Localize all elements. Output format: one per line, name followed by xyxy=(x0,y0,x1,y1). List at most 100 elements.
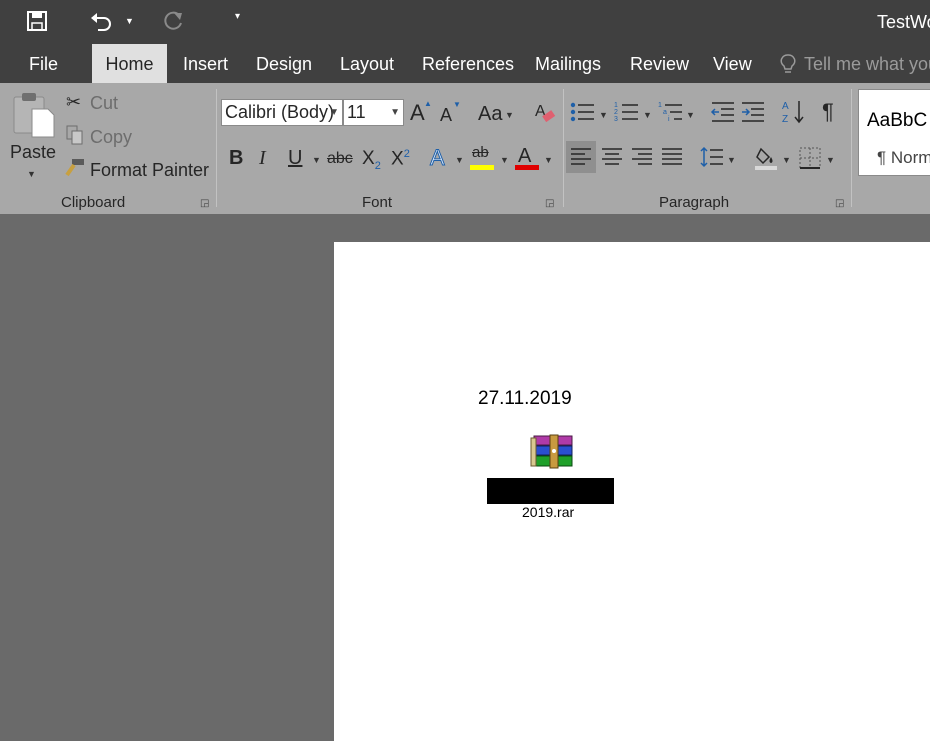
decrease-indent-icon[interactable] xyxy=(710,101,736,123)
align-center-icon[interactable] xyxy=(601,147,623,167)
increase-indent-icon[interactable] xyxy=(740,101,766,123)
sort-icon[interactable]: AZ xyxy=(782,99,806,125)
highlight-color-bar xyxy=(470,165,494,170)
shading-dropdown-icon[interactable]: ▼ xyxy=(782,155,791,165)
superscript-button[interactable]: X2 xyxy=(391,148,410,170)
clipboard-launcher-icon[interactable]: ◲ xyxy=(200,198,209,209)
bold-button[interactable]: B xyxy=(229,148,243,168)
svg-text:a: a xyxy=(663,109,667,116)
lightbulb-icon[interactable] xyxy=(780,54,796,76)
copy-icon xyxy=(65,125,85,145)
shrink-font-icon[interactable]: A xyxy=(440,106,452,124)
undo-dropdown-icon[interactable]: ▼ xyxy=(125,16,134,26)
numbering-icon[interactable]: 123 xyxy=(614,101,640,123)
tab-home[interactable]: Home xyxy=(92,44,167,83)
chevron-down-icon[interactable]: ▼ xyxy=(390,100,400,125)
cut-button[interactable]: Cut xyxy=(90,93,118,114)
attachment-filename[interactable]: 2019.rar xyxy=(522,504,574,520)
font-color-dropdown-icon[interactable]: ▼ xyxy=(544,155,553,165)
line-spacing-dropdown-icon[interactable]: ▼ xyxy=(727,155,736,165)
font-group-label: Font xyxy=(362,194,393,211)
shrink-font-arrow-icon: ▼ xyxy=(453,100,461,109)
highlight-dropdown-icon[interactable]: ▼ xyxy=(500,155,509,165)
format-painter-button[interactable]: Format Painter xyxy=(90,160,209,181)
strikethrough-button[interactable]: abc xyxy=(327,151,353,167)
numbering-dropdown-icon[interactable]: ▼ xyxy=(643,110,652,120)
clipboard-group-label: Clipboard xyxy=(61,194,126,211)
bullets-icon[interactable] xyxy=(570,101,596,123)
paste-button[interactable]: Paste xyxy=(10,142,56,163)
shading-icon[interactable] xyxy=(754,145,780,171)
text-effects-icon[interactable]: A xyxy=(430,146,446,169)
font-launcher-icon[interactable]: ◲ xyxy=(545,198,554,209)
svg-text:i: i xyxy=(668,116,670,123)
divider xyxy=(563,89,564,207)
bullets-dropdown-icon[interactable]: ▼ xyxy=(599,110,608,120)
tab-review[interactable]: Review xyxy=(630,44,689,83)
subscript-button[interactable]: X2 xyxy=(362,149,381,172)
font-color-icon[interactable]: A xyxy=(518,146,531,166)
highlight-icon[interactable]: ab xyxy=(472,145,489,160)
underline-button[interactable]: U xyxy=(288,148,302,168)
style-preview-normal[interactable]: AaBbC xyxy=(867,110,927,132)
tab-mailings[interactable]: Mailings xyxy=(535,44,601,83)
grow-font-icon[interactable]: A xyxy=(410,102,425,124)
grow-font-arrow-icon: ▲ xyxy=(424,99,432,108)
borders-icon[interactable] xyxy=(799,147,821,169)
document-date-text[interactable]: 27.11.2019 xyxy=(478,388,572,410)
style-normal-label: ¶ Norm xyxy=(877,148,930,167)
change-case-icon[interactable]: Aa xyxy=(478,104,502,124)
undo-icon[interactable] xyxy=(88,10,114,32)
subscript-mark: 2 xyxy=(374,159,381,172)
svg-text:Z: Z xyxy=(782,114,788,125)
tab-references[interactable]: References xyxy=(422,44,514,83)
svg-text:3: 3 xyxy=(614,116,618,123)
styles-gallery[interactable]: AaBbC ¶ Norm xyxy=(858,89,930,176)
customize-quick-access-icon[interactable]: ▾ xyxy=(235,12,240,22)
window-title: TestWo xyxy=(877,12,930,32)
multilevel-dropdown-icon[interactable]: ▼ xyxy=(686,110,695,120)
save-icon[interactable] xyxy=(26,10,48,32)
copy-button[interactable]: Copy xyxy=(90,127,132,148)
justify-icon[interactable] xyxy=(661,147,683,167)
font-name-combo[interactable]: Calibri (Body) ▼ xyxy=(221,99,343,126)
line-spacing-icon[interactable] xyxy=(700,146,724,168)
font-color-bar xyxy=(515,165,539,170)
text-effects-dropdown-icon[interactable]: ▼ xyxy=(455,155,464,165)
divider xyxy=(851,89,852,207)
superscript-mark: 2 xyxy=(403,148,410,160)
clipboard-icon[interactable] xyxy=(12,91,56,139)
align-right-icon[interactable] xyxy=(631,147,653,167)
paste-dropdown-icon[interactable]: ▼ xyxy=(27,169,36,179)
clear-formatting-icon[interactable]: A xyxy=(534,101,556,125)
scissors-icon: ✂ xyxy=(66,92,82,112)
svg-text:A: A xyxy=(782,101,789,112)
svg-text:1: 1 xyxy=(658,102,662,109)
tell-me-search[interactable]: Tell me what you xyxy=(804,44,930,83)
superscript-glyph: X xyxy=(391,148,404,170)
font-size-combo[interactable]: 11 ▼ xyxy=(343,99,404,126)
title-bar: ▼ ▾ TestWo xyxy=(0,0,930,44)
redo-icon[interactable] xyxy=(161,9,185,33)
subscript-glyph: X xyxy=(362,148,375,169)
tab-insert[interactable]: Insert xyxy=(183,44,228,83)
paragraph-group-label: Paragraph xyxy=(659,194,730,211)
tab-view[interactable]: View xyxy=(713,44,752,83)
tab-layout[interactable]: Layout xyxy=(340,44,394,83)
underline-dropdown-icon[interactable]: ▼ xyxy=(312,155,321,165)
document-page[interactable]: 27.11.2019 2019.rar xyxy=(334,242,930,741)
multilevel-list-icon[interactable]: 1ai xyxy=(658,101,684,123)
font-name-value: Calibri (Body) xyxy=(225,102,335,122)
font-size-value: 11 xyxy=(347,102,366,122)
italic-button[interactable]: I xyxy=(259,148,266,168)
show-formatting-button[interactable]: ¶ xyxy=(822,101,834,123)
divider xyxy=(216,89,217,207)
winrar-archive-icon[interactable] xyxy=(530,434,574,470)
tab-file[interactable]: File xyxy=(29,44,58,83)
tab-design[interactable]: Design xyxy=(256,44,312,83)
paragraph-launcher-icon[interactable]: ◲ xyxy=(835,198,844,209)
align-left-icon xyxy=(570,147,592,167)
borders-dropdown-icon[interactable]: ▼ xyxy=(826,155,835,165)
change-case-dropdown-icon[interactable]: ▼ xyxy=(505,110,514,120)
chevron-down-icon[interactable]: ▼ xyxy=(329,100,339,125)
